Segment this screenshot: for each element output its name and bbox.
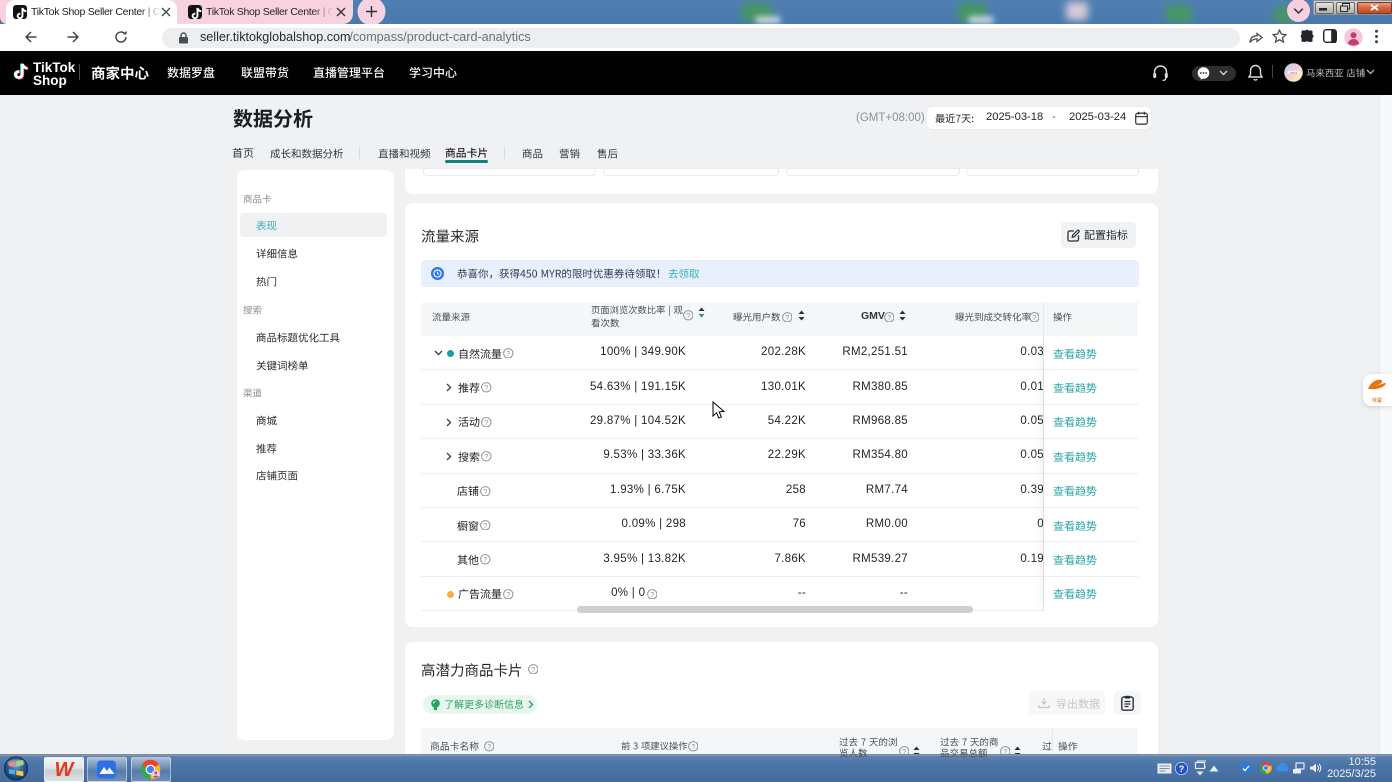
- svg-text:?: ?: [691, 743, 695, 751]
- svg-text:?: ?: [506, 591, 510, 599]
- svg-text:?: ?: [1179, 764, 1185, 774]
- svg-text:?: ?: [484, 453, 488, 461]
- svg-text:?: ?: [686, 312, 690, 320]
- svg-text:?: ?: [483, 556, 487, 564]
- svg-text:?: ?: [1032, 314, 1036, 322]
- svg-text:?: ?: [484, 419, 488, 427]
- svg-text:W: W: [55, 759, 76, 780]
- svg-text:?: ?: [483, 522, 487, 530]
- svg-text:?: ?: [785, 314, 789, 322]
- svg-text:?: ?: [531, 666, 535, 674]
- svg-text:?: ?: [484, 384, 488, 392]
- svg-text:?: ?: [506, 350, 510, 358]
- svg-text:?: ?: [487, 743, 491, 751]
- svg-text:?: ?: [887, 314, 891, 322]
- svg-text:?: ?: [483, 487, 487, 495]
- svg-text:?: ?: [650, 591, 654, 599]
- svg-text:TikTok: TikTok: [1290, 71, 1298, 75]
